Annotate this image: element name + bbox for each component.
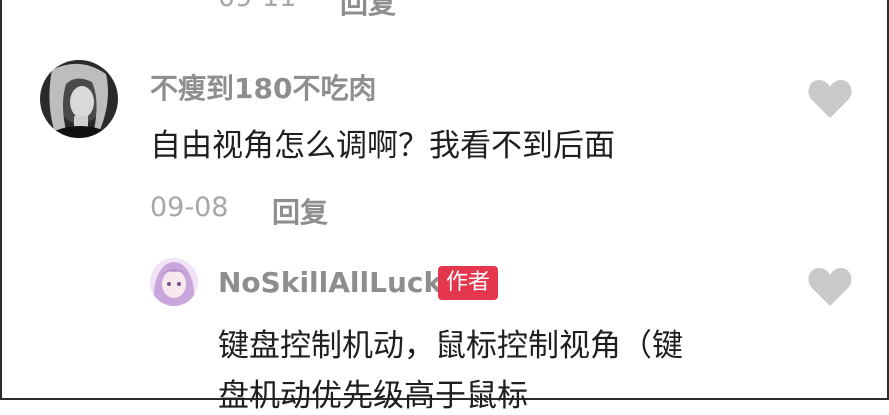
screen-edge-left — [0, 0, 2, 400]
heart-icon[interactable] — [807, 78, 853, 120]
author-badge: 作者 — [438, 266, 499, 300]
reply-text-line-1: 键盘控制机动，鼠标控制视角（键 — [218, 328, 683, 364]
comment-date: 09-08 — [150, 192, 229, 223]
prev-comment-date: 09-11 — [218, 0, 296, 13]
comment-reply-button[interactable]: 回复 — [272, 191, 328, 231]
avatar[interactable] — [40, 60, 118, 138]
reply-username[interactable]: NoSkillAllLuck — [218, 266, 442, 299]
reply-avatar[interactable] — [150, 258, 198, 306]
avatar-anime-girl-icon — [150, 258, 198, 306]
heart-icon[interactable] — [807, 266, 853, 308]
avatar-woman-portrait-icon — [40, 60, 118, 138]
comment-text: 自由视角怎么调啊？我看不到后面 — [150, 128, 615, 164]
comment-username[interactable]: 不瘦到180不吃肉 — [150, 67, 376, 107]
prev-comment-reply-button[interactable]: 回复 — [340, 0, 396, 22]
reply-text-line-2: 盘机动优先级高于鼠标 — [218, 378, 528, 414]
